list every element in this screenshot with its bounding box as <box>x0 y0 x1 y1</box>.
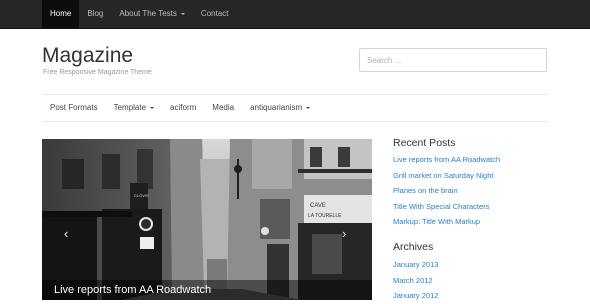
main-nav-menu: Post Formats Template aciform Media anti… <box>42 95 318 121</box>
recent-posts-list: Live reports from AA Roadwatch Grill mar… <box>393 152 500 230</box>
nav-divider-bottom <box>42 121 548 122</box>
slider-prev-icon[interactable]: ‹ <box>64 227 68 240</box>
slide-caption[interactable]: Live reports from AA Roadwatch <box>54 284 211 296</box>
archive-link[interactable]: January 2012 <box>393 288 438 304</box>
recent-post-link[interactable]: Grill market on Saturday Night <box>393 168 500 184</box>
recent-post-link[interactable]: Live reports from AA Roadwatch <box>393 152 500 168</box>
top-navbar: Home Blog About The Tests Contact <box>0 0 590 29</box>
slide-caption-bar: Live reports from AA Roadwatch <box>42 280 372 300</box>
top-nav-home[interactable]: Home <box>42 0 80 28</box>
top-nav-menu: Home Blog About The Tests Contact <box>42 0 236 28</box>
chevron-down-icon <box>150 106 155 109</box>
top-nav-blog[interactable]: Blog <box>79 0 111 28</box>
archive-link[interactable]: January 2013 <box>393 257 438 273</box>
archives-list: January 2013 March 2012 January 2012 <box>393 257 438 304</box>
nav-antiquarianism[interactable]: antiquarianism <box>242 95 318 121</box>
recent-post-link[interactable]: Title With Special Characters <box>393 199 500 215</box>
archive-link[interactable]: March 2012 <box>393 273 438 289</box>
slider-next-icon[interactable]: › <box>342 227 346 240</box>
nav-post-formats[interactable]: Post Formats <box>42 95 106 121</box>
nav-aciform[interactable]: aciform <box>162 95 204 121</box>
nav-template[interactable]: Template <box>106 95 162 121</box>
shop-sign-cave: CAVE <box>310 203 326 209</box>
recent-post-link[interactable]: Planes on the brain <box>393 183 500 199</box>
recent-post-link[interactable]: Markup: Title With Markup <box>393 214 500 230</box>
featured-slider[interactable]: CLOVIS CAVE LA TOURELLE ‹ › Live reports… <box>42 139 372 300</box>
chevron-down-icon <box>180 12 185 15</box>
slide-photo: CLOVIS CAVE LA TOURELLE <box>42 139 372 300</box>
site-description: Free Responsive Magazine Theme <box>43 69 152 76</box>
nav-media[interactable]: Media <box>204 95 242 121</box>
shop-sign-left: CLOVIS <box>134 193 149 198</box>
search-input[interactable] <box>359 48 547 72</box>
recent-posts-title: Recent Posts <box>393 137 456 149</box>
chevron-down-icon <box>306 106 311 109</box>
site-title[interactable]: Magazine <box>42 44 133 68</box>
top-nav-about-the-tests[interactable]: About The Tests <box>111 0 193 28</box>
archives-title: Archives <box>393 241 434 253</box>
shop-sign-tourelle: LA TOURELLE <box>308 213 342 219</box>
top-nav-contact[interactable]: Contact <box>193 0 237 28</box>
